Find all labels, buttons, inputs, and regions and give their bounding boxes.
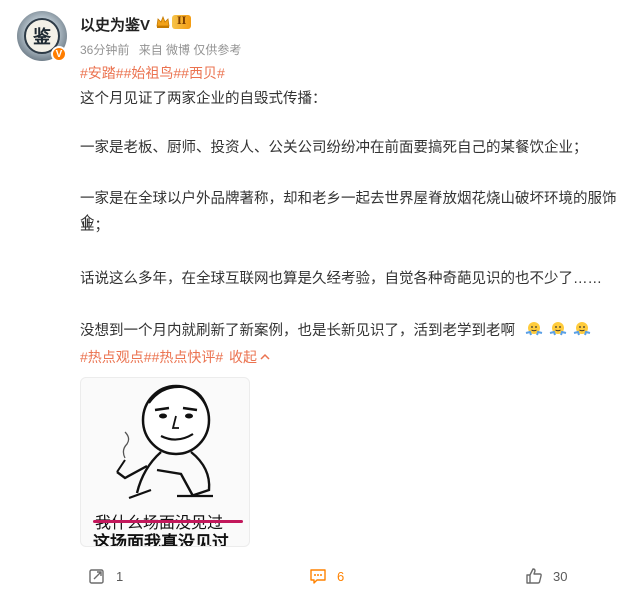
chevron-up-icon — [260, 353, 270, 360]
repost-button[interactable]: 1 — [88, 567, 123, 585]
post-paragraph-text: 没想到一个月内就刷新了新案例，也是长新见识了，活到老学到老啊 — [80, 323, 515, 339]
topic-tag[interactable]: #热点观点# — [80, 349, 152, 365]
topic-tags-top: #安踏##始祖鸟##西贝# — [80, 63, 225, 83]
like-button[interactable]: 30 — [525, 567, 567, 585]
repost-count: 1 — [116, 568, 124, 584]
repost-icon — [89, 569, 104, 584]
comment-button[interactable]: 6 — [309, 567, 344, 585]
post-source: 来自 微博 — [138, 43, 191, 57]
post-paragraph: 话说这么多年，在全球互联网也算是久经考验，自觉各种奇葩见识的也不少了…… — [80, 271, 602, 287]
username[interactable]: 以史为鉴V — [80, 14, 150, 35]
comment-count: 6 — [337, 568, 345, 584]
collapse-label: 收起 — [229, 349, 258, 365]
post-time[interactable]: 36分钟前 — [80, 43, 129, 57]
level-badge: II — [172, 15, 192, 29]
strikethrough-line — [93, 520, 243, 523]
topic-tag[interactable]: #热点快评# — [152, 349, 224, 365]
crown-icon — [156, 15, 170, 28]
post-paragraph: 一家是老板、厨师、投资人、公关公司纷纷冲在前面要搞死自己的某餐饮企业； — [80, 140, 588, 156]
topic-tags-bottom: #热点观点##热点快评# 收起 — [80, 347, 270, 367]
shrug-emoji-icon — [573, 322, 591, 336]
post-meta: 36分钟前 来自 微博 仅供参考 — [80, 41, 247, 58]
post-note: 仅供参考 — [193, 43, 242, 57]
comment-icon — [310, 569, 326, 584]
post-paragraph-last: 没想到一个月内就刷新了新案例，也是长新见识了，活到老学到老啊 — [80, 319, 630, 343]
topic-tag[interactable]: #西贝# — [181, 65, 225, 81]
post-paragraph: 业； — [80, 218, 109, 234]
like-count: 30 — [553, 568, 568, 584]
shrug-emoji-icon — [525, 322, 543, 336]
topic-tag[interactable]: #始祖鸟# — [124, 65, 182, 81]
meme-caption-main: 这场面我真没见过 — [93, 533, 229, 547]
post-paragraph: 这个月见证了两家企业的自毁式传播： — [80, 91, 327, 107]
meme-face-illustration — [116, 384, 213, 500]
avatar-char: 鉴 — [33, 27, 51, 48]
shrug-emoji-icon — [549, 322, 567, 336]
thumbs-up-icon — [526, 568, 542, 584]
topic-tag[interactable]: #安踏# — [80, 65, 124, 81]
collapse-link[interactable]: 收起 — [229, 349, 270, 365]
meme-image[interactable]: 我什么场面没见过 这场面我真没见过 — [80, 377, 250, 547]
verified-badge: V — [51, 46, 67, 62]
